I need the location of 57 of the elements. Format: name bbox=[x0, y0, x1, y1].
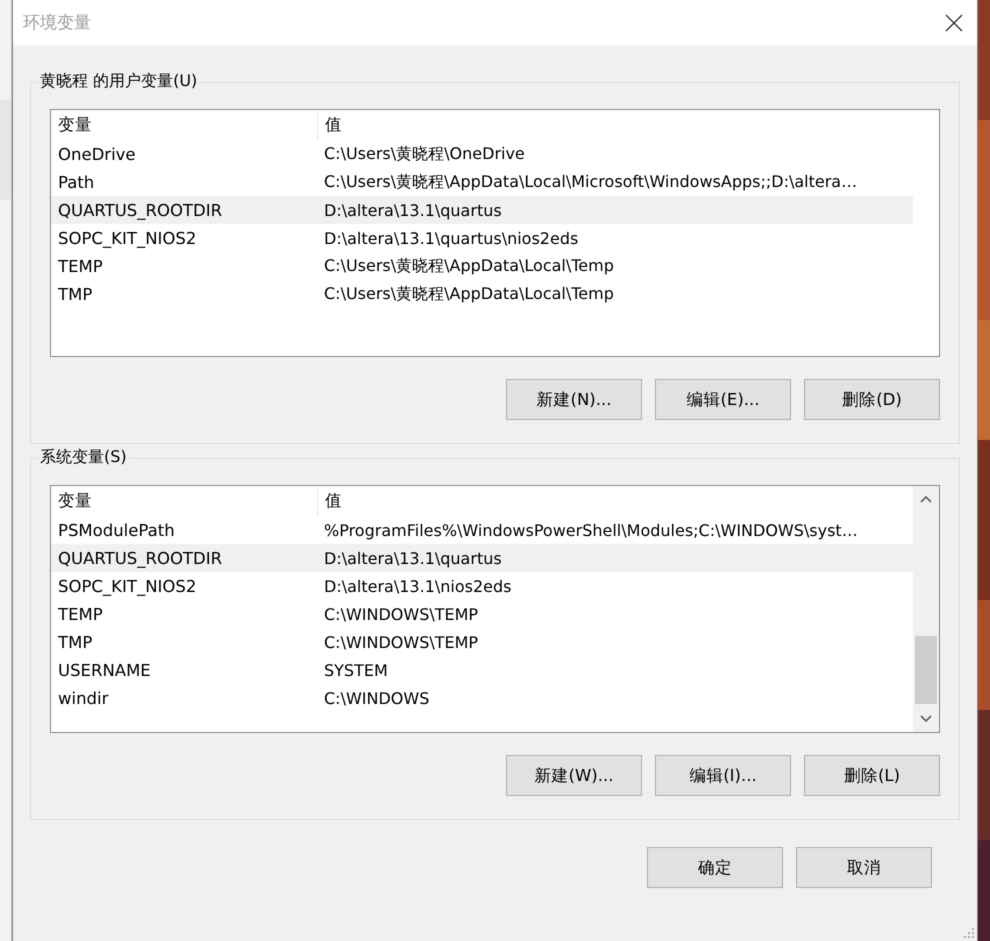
list-row[interactable]: TEMP C:\WINDOWS\TEMP bbox=[51, 600, 913, 628]
dialog-button[interactable]: 确定 bbox=[647, 847, 783, 888]
variable-name: SOPC_KIT_NIOS2 bbox=[57, 228, 198, 248]
list-row[interactable]: OneDrive C:\Users\黄晓程\OneDrive bbox=[51, 140, 913, 168]
variable-value: D:\altera\13.1\quartus bbox=[323, 200, 502, 220]
variable-value: C:\WINDOWS\TEMP bbox=[323, 632, 478, 652]
column-header[interactable]: 变量 bbox=[51, 486, 317, 516]
variable-name: USERNAME bbox=[57, 660, 152, 680]
action-button[interactable]: 删除(D) bbox=[804, 379, 940, 420]
action-button[interactable]: 新建(W)... bbox=[506, 755, 642, 796]
scroll-down-icon[interactable] bbox=[919, 714, 933, 724]
window-title: 环境变量 bbox=[23, 12, 91, 34]
column-header[interactable]: 变量 bbox=[51, 110, 317, 140]
variable-value: C:\Users\黄晓程\AppData\Local\Microsoft\WindowsApps;;D:\altera… bbox=[323, 172, 858, 192]
scrollbar[interactable] bbox=[913, 486, 939, 732]
column-header[interactable]: 值 bbox=[317, 486, 912, 516]
list-row[interactable]: USERNAME SYSTEM bbox=[51, 656, 913, 684]
list-row[interactable]: TMP C:\Users\黄晓程\AppData\Local\Temp bbox=[51, 280, 913, 308]
list-row[interactable]: TEMP C:\Users\黄晓程\AppData\Local\Temp bbox=[51, 252, 913, 280]
variable-name: Path bbox=[57, 172, 96, 192]
list-row[interactable]: SOPC_KIT_NIOS2 D:\altera\13.1\nios2eds bbox=[51, 572, 913, 600]
variable-value: SYSTEM bbox=[323, 660, 388, 680]
variable-value: C:\Users\黄晓程\AppData\Local\Temp bbox=[323, 256, 614, 276]
variable-name: TEMP bbox=[57, 604, 104, 624]
list-row[interactable]: windir C:\WINDOWS bbox=[51, 684, 913, 712]
dialog-button[interactable]: 取消 bbox=[796, 847, 932, 888]
variable-name: QUARTUS_ROOTDIR bbox=[57, 200, 224, 220]
variable-value: C:\WINDOWS bbox=[323, 688, 430, 708]
scroll-up-icon[interactable] bbox=[919, 494, 933, 504]
variable-value: D:\altera\13.1\quartus bbox=[323, 548, 502, 568]
list-row[interactable]: QUARTUS_ROOTDIR D:\altera\13.1\quartus bbox=[51, 196, 913, 224]
variable-value: D:\altera\13.1\quartus\nios2eds bbox=[323, 228, 578, 248]
variable-value: D:\altera\13.1\nios2eds bbox=[323, 576, 512, 596]
list-row[interactable]: QUARTUS_ROOTDIR D:\altera\13.1\quartus bbox=[51, 544, 913, 572]
variable-name: SOPC_KIT_NIOS2 bbox=[57, 576, 198, 596]
variable-name: windir bbox=[57, 688, 110, 708]
variable-value: C:\Users\黄晓程\AppData\Local\Temp bbox=[323, 284, 614, 304]
variable-name: PSModulePath bbox=[57, 520, 176, 540]
action-button[interactable]: 编辑(I)... bbox=[655, 755, 791, 796]
action-button[interactable]: 新建(N)... bbox=[506, 379, 642, 420]
list-row[interactable]: TMP C:\WINDOWS\TEMP bbox=[51, 628, 913, 656]
variable-value: %ProgramFiles%\WindowsPowerShell\Modules;C:\WINDOWS\syst… bbox=[323, 520, 858, 540]
variable-name: TMP bbox=[57, 632, 94, 652]
list-row[interactable]: PSModulePath %ProgramFiles%\WindowsPowerShell\Modules;C:\WINDOWS\syst… bbox=[51, 516, 913, 544]
action-button[interactable]: 删除(L) bbox=[804, 755, 940, 796]
variable-value: C:\Users\黄晓程\OneDrive bbox=[323, 144, 525, 164]
list-row[interactable]: SOPC_KIT_NIOS2 D:\altera\13.1\quartus\nios2eds bbox=[51, 224, 913, 252]
column-header[interactable]: 值 bbox=[317, 110, 912, 140]
list-row[interactable]: Path C:\Users\黄晓程\AppData\Local\Microsoft\WindowsApps;;D:\altera… bbox=[51, 168, 913, 196]
variable-value: C:\WINDOWS\TEMP bbox=[323, 604, 478, 624]
variable-name: OneDrive bbox=[57, 144, 137, 164]
variable-name: TEMP bbox=[57, 256, 104, 276]
variable-name: TMP bbox=[57, 284, 94, 304]
resize-grip-icon[interactable] bbox=[963, 927, 975, 939]
action-button[interactable]: 编辑(E)... bbox=[655, 379, 791, 420]
variable-name: QUARTUS_ROOTDIR bbox=[57, 548, 224, 568]
scroll-thumb[interactable] bbox=[915, 636, 937, 704]
